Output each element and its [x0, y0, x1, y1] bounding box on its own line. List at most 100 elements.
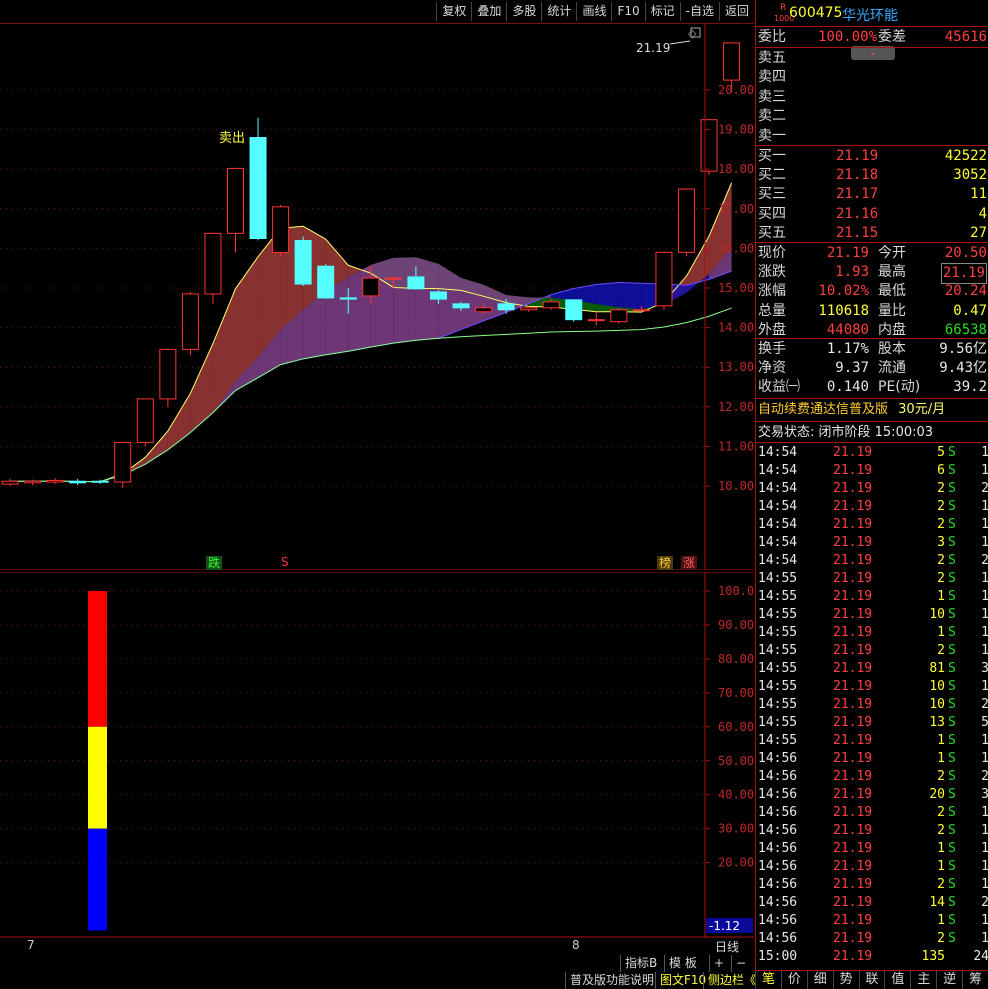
toolbar-btn-3[interactable]: 统计: [541, 2, 576, 21]
fund-value: 1.17%: [827, 340, 869, 359]
sell-level-4[interactable]: 卖四: [758, 68, 786, 87]
tick-row: 14:5621.1914S2: [758, 894, 988, 912]
tick-time: 14:54: [758, 444, 797, 462]
buy-level-1[interactable]: 买一21.1942522: [758, 147, 987, 166]
indicator-chart[interactable]: 100.090.0080.0070.0060.0050.0040.0030.00…: [0, 572, 754, 938]
tick-side: S: [948, 930, 956, 948]
tick-count: 1: [981, 534, 988, 552]
toolbar-buttons: 复权叠加多股统计画线F10标记-自选返回: [436, 2, 754, 21]
price-label: 17.00: [718, 202, 754, 216]
tick-price: 21.19: [833, 768, 872, 786]
tick-side: S: [948, 876, 956, 894]
collapse-chevron-icon[interactable]: ⌄: [851, 46, 895, 60]
diamond-icon[interactable]: ◇: [688, 27, 697, 40]
panel-tab-5[interactable]: 值: [884, 971, 910, 989]
tick-side: S: [948, 714, 956, 732]
tick-volume: 3: [937, 534, 945, 552]
candle-body: [25, 481, 41, 483]
sell-level-2[interactable]: 卖二: [758, 107, 786, 126]
fund-value: 9.56亿: [939, 340, 987, 359]
buy-level-2[interactable]: 买二21.183052: [758, 166, 987, 185]
tick-side: S: [948, 894, 956, 912]
sidebar-toggle[interactable]: 侧边栏《: [703, 972, 760, 989]
period-daily[interactable]: 日线: [715, 938, 739, 955]
tick-time: 14:54: [758, 480, 797, 498]
sell-level-5[interactable]: 卖五: [758, 49, 786, 68]
tick-volume: 2: [937, 570, 945, 588]
price-label: 15.00: [718, 281, 754, 295]
tick-count: 3: [981, 786, 988, 804]
fund-value: 9.43亿: [939, 359, 987, 378]
tick-count: 1: [981, 624, 988, 642]
sell-level-3[interactable]: 卖三: [758, 88, 786, 107]
toolbar-btn-6[interactable]: 标记: [645, 2, 680, 21]
tick-count: 1: [981, 840, 988, 858]
panel-tab-2[interactable]: 细: [807, 971, 833, 989]
panel-tab-6[interactable]: 主: [910, 971, 936, 989]
toolbar-btn-5[interactable]: F10: [611, 2, 644, 21]
toolbar-btn-4[interactable]: 画线: [576, 2, 611, 21]
fundamental-row: 净资9.37流通9.43亿: [758, 359, 987, 378]
indicator-button[interactable]: 指标B: [620, 955, 661, 972]
panel-tab-7[interactable]: 逆: [936, 971, 962, 989]
panel-tab-8[interactable]: 筹: [962, 971, 988, 989]
tick-price: 21.19: [833, 678, 872, 696]
stat-label: 内盘: [878, 321, 906, 340]
tick-count: 24: [973, 948, 988, 966]
tick-count: 1: [981, 750, 988, 768]
tick-time: 14:55: [758, 588, 797, 606]
f10-link[interactable]: 图文F10: [655, 972, 710, 989]
candle-body: [340, 298, 356, 299]
template-button[interactable]: 模 板: [664, 955, 701, 972]
sell-level-1[interactable]: 卖一: [758, 127, 786, 146]
help-link[interactable]: 普及版功能说明: [565, 972, 658, 989]
buy-label: 买五: [758, 225, 786, 241]
buy-level-4[interactable]: 买四21.164: [758, 205, 987, 224]
tick-side: S: [948, 822, 956, 840]
tick-side: S: [948, 660, 956, 678]
tick-volume: 2: [937, 480, 945, 498]
indicator-bar-2: [88, 829, 107, 931]
candle-body: [679, 189, 695, 252]
toolbar-btn-7[interactable]: -自选: [680, 2, 719, 21]
tick-price: 21.19: [833, 570, 872, 588]
tick-count: 5: [981, 714, 988, 732]
stat-label: 今开: [878, 244, 906, 263]
quote-panel: R 1000 600475 华光环能 委比 100.00% 委差 45616 ⌄…: [755, 0, 988, 988]
candlestick-chart[interactable]: 20.0019.0018.0017.0016.0015.0014.0013.00…: [0, 24, 754, 570]
toolbar-btn-8[interactable]: 返回: [719, 2, 754, 21]
zoom-in-button[interactable]: +: [709, 955, 728, 972]
tick-side: S: [948, 498, 956, 516]
toolbar-btn-1[interactable]: 叠加: [471, 2, 506, 21]
zoom-out-button[interactable]: −: [731, 955, 750, 972]
tick-volume: 10: [929, 696, 945, 714]
promo-banner[interactable]: 自动续费通达信普及版 30元/月: [758, 400, 945, 419]
panel-tab-0[interactable]: 笔: [755, 971, 781, 989]
buy-level-3[interactable]: 买三21.1711: [758, 185, 987, 204]
tick-side: S: [948, 732, 956, 750]
tick-price: 21.19: [833, 930, 872, 948]
buy-level-5[interactable]: 买五21.1527: [758, 224, 987, 243]
toolbar-btn-0[interactable]: 复权: [436, 2, 471, 21]
tick-time: 14:54: [758, 516, 797, 534]
weicha-value: 45616: [945, 28, 987, 47]
tick-volume: 1: [937, 588, 945, 606]
panel-tab-3[interactable]: 势: [833, 971, 859, 989]
panel-tab-1[interactable]: 价: [781, 971, 807, 989]
tick-row: 14:5521.191S1: [758, 624, 988, 642]
fundamental-row: 收益㈠0.140PE(动)39.2: [758, 378, 987, 397]
fall-marker: 跌: [206, 556, 222, 570]
tick-time: 14:56: [758, 930, 797, 948]
panel-tab-4[interactable]: 联: [859, 971, 885, 989]
stat-label: 最高: [878, 263, 906, 282]
tick-price: 21.19: [833, 624, 872, 642]
tick-time: 14:56: [758, 750, 797, 768]
tick-row: 14:5421.195S1: [758, 444, 988, 462]
tick-volume: 1: [937, 750, 945, 768]
toolbar-btn-2[interactable]: 多股: [506, 2, 541, 21]
tick-count: 1: [981, 732, 988, 750]
indicator-label: 100.0: [718, 584, 754, 598]
tick-side: S: [948, 768, 956, 786]
tick-volume: 1: [937, 858, 945, 876]
tick-price: 21.19: [833, 822, 872, 840]
